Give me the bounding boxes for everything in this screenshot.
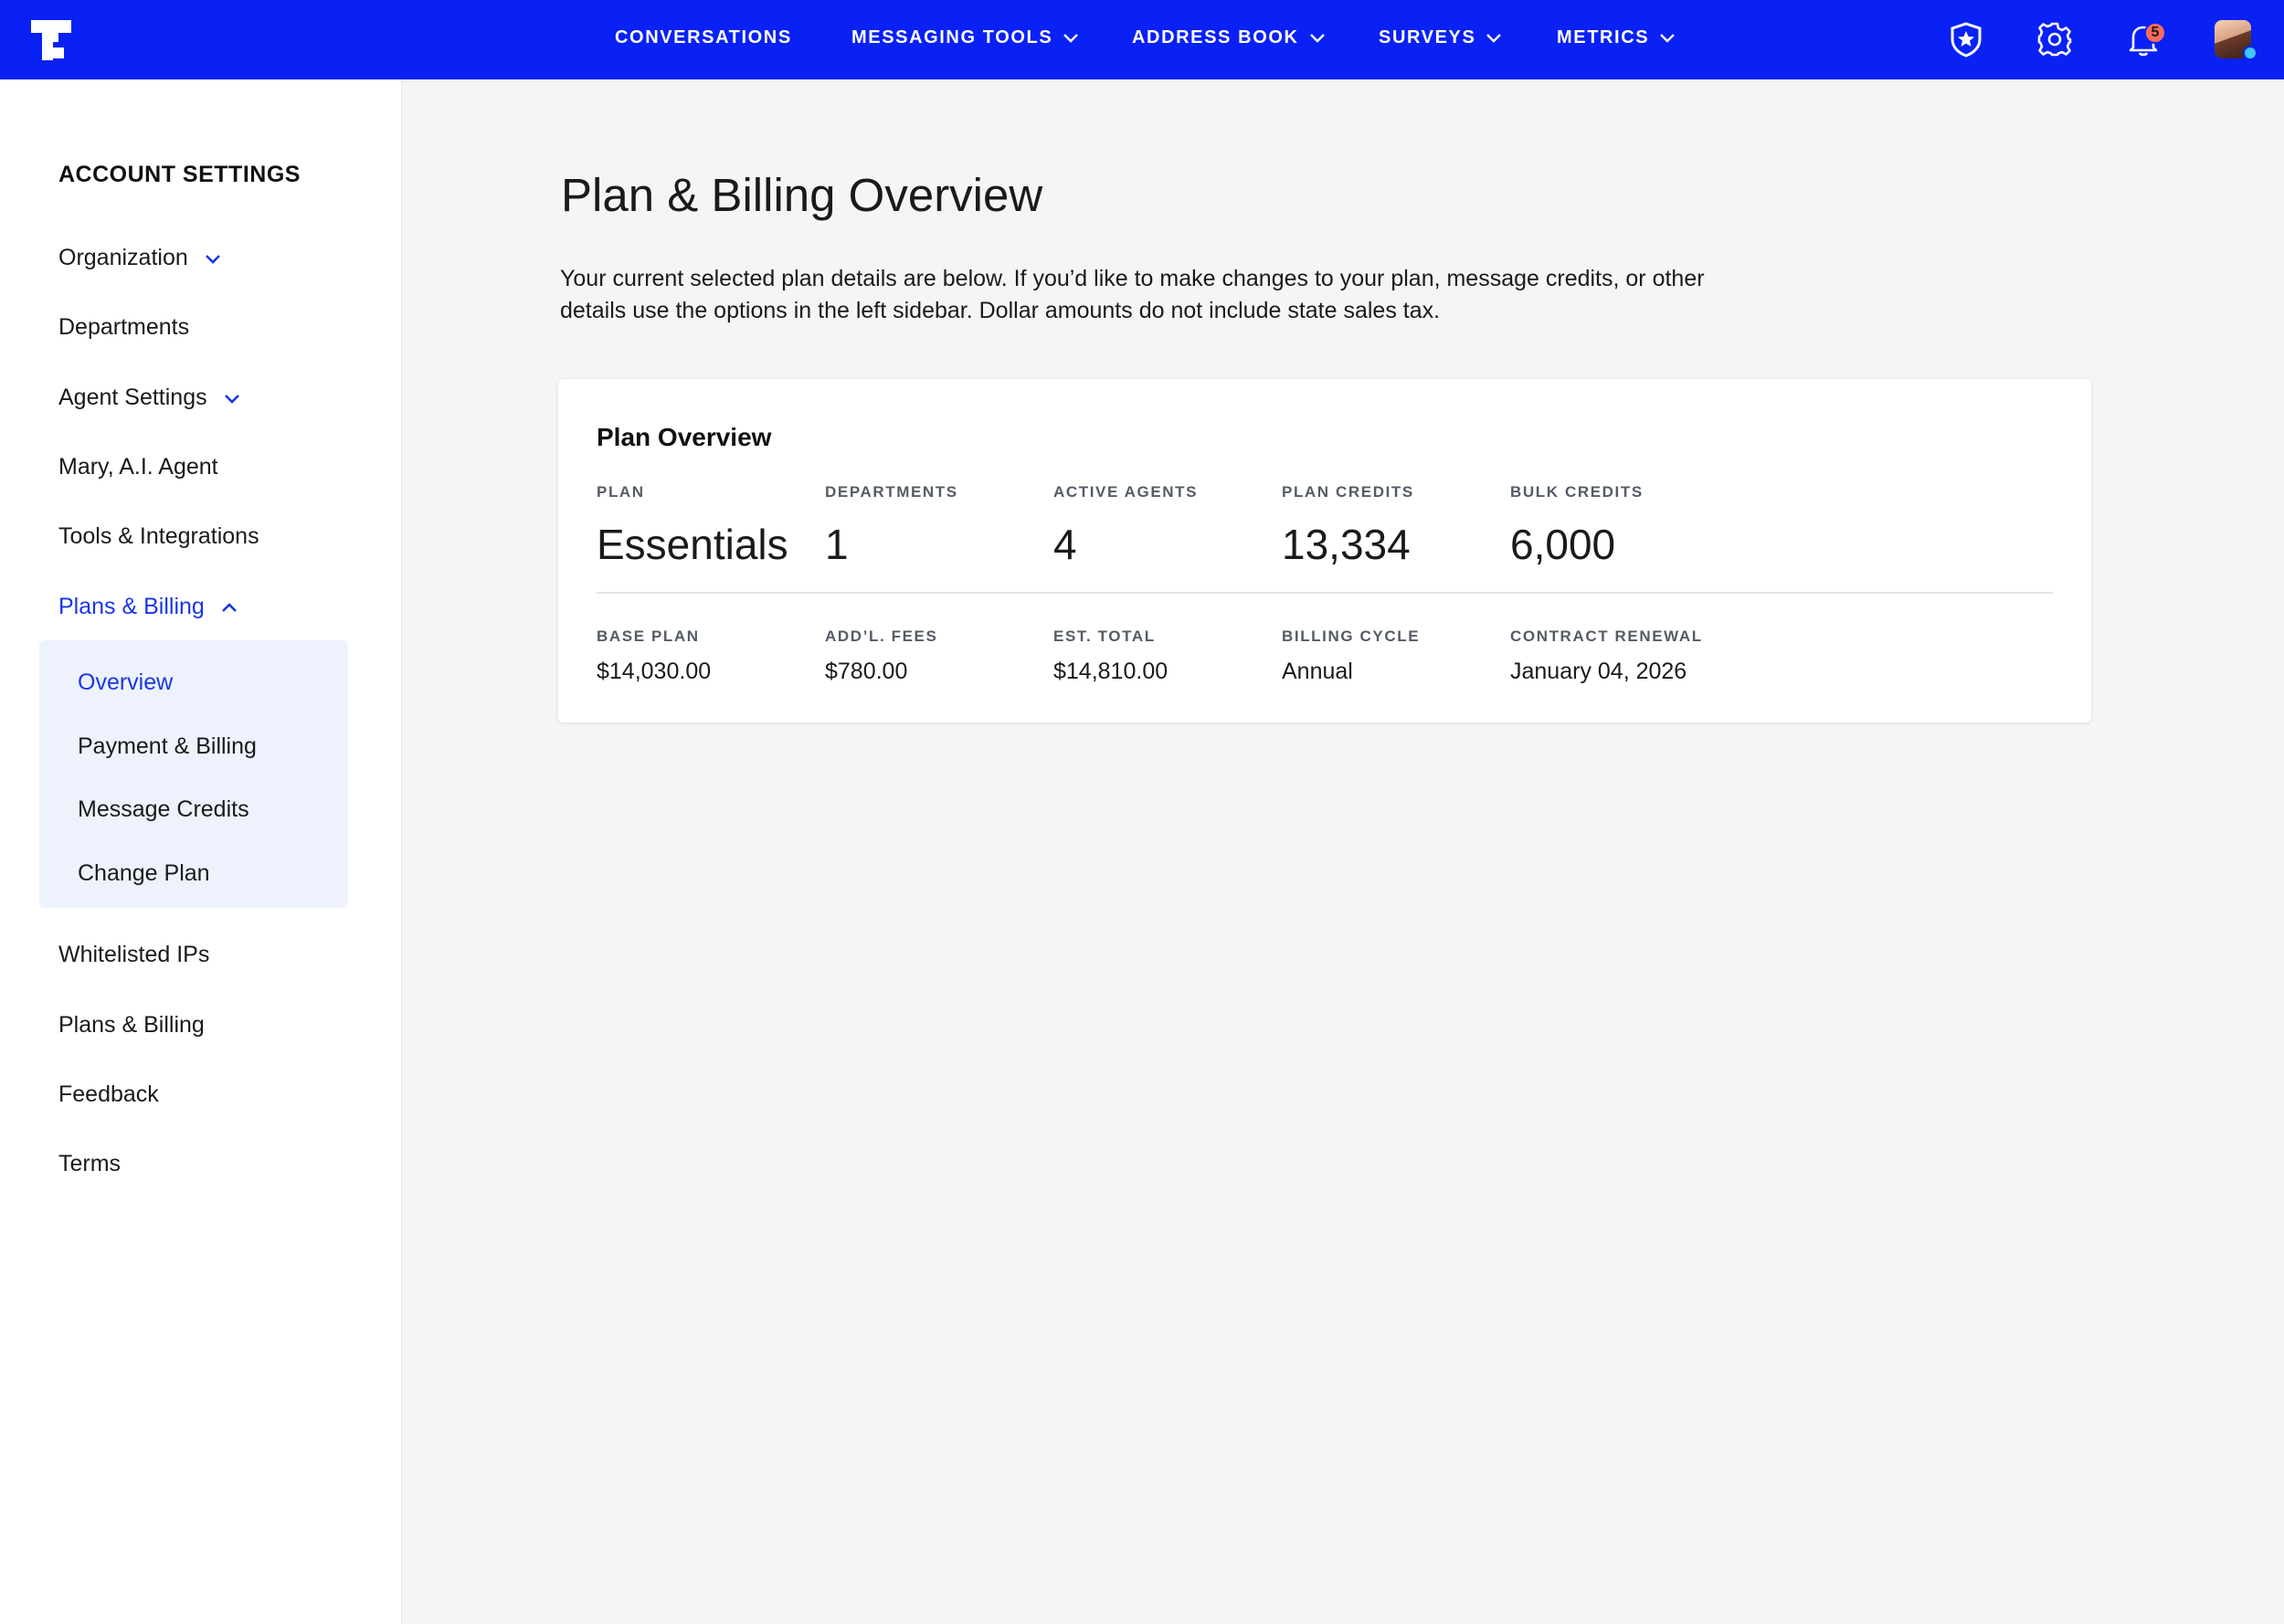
main-nav: CONVERSATIONS MESSAGING TOOLS ADDRESS BO… (0, 0, 2284, 79)
page-description: Your current selected plan details are b… (560, 266, 1705, 323)
stat-value: 1 (825, 521, 849, 568)
submenu-item-message-credits[interactable]: Message Credits (78, 796, 249, 823)
chevron-up-icon (221, 602, 237, 612)
sidebar-item-label: Plans & Billing (58, 594, 205, 619)
sidebar-item-terms[interactable]: Terms (58, 1151, 121, 1177)
stat-base-plan: BASE PLAN $14,030.00 (597, 627, 711, 685)
sidebar-item-label: Organization (58, 245, 188, 270)
sidebar-item-label: Agent Settings (58, 385, 207, 410)
sidebar-item-label: Whitelisted IPs (58, 942, 210, 967)
chevron-down-icon (205, 254, 220, 264)
nav-messaging-tools[interactable]: MESSAGING TOOLS (851, 27, 1080, 48)
nav-metrics[interactable]: METRICS (1557, 27, 1676, 48)
stat-label: PLAN CREDITS (1282, 483, 1414, 501)
sidebar-item-label: Feedback (58, 1081, 159, 1107)
sidebar-item-label: Mary, A.I. Agent (58, 454, 218, 480)
nav-surveys[interactable]: SURVEYS (1379, 27, 1503, 48)
stat-value: Essentials (597, 521, 788, 568)
stat-value: 4 (1053, 521, 1077, 568)
stat-label: PLAN (597, 483, 645, 501)
stat-plan: PLAN Essentials (597, 483, 788, 569)
stat-value: January 04, 2026 (1510, 659, 1687, 684)
account-settings-sidebar: ACCOUNT SETTINGS Organization Department… (0, 79, 402, 1624)
sidebar-item-label: Tools & Integrations (58, 523, 259, 549)
sidebar-item-whitelisted-ips[interactable]: Whitelisted IPs (58, 942, 209, 968)
stat-label: BULK CREDITS (1510, 483, 1644, 501)
stat-billing-cycle: BILLING CYCLE Annual (1282, 627, 1420, 685)
shield-star-icon (1951, 22, 1982, 58)
stat-label: ADD’L. FEES (825, 627, 938, 645)
stat-value: $14,030.00 (597, 659, 712, 684)
chevron-down-icon (1063, 33, 1079, 43)
chevron-down-icon (1486, 33, 1502, 43)
chevron-down-icon (1309, 33, 1325, 43)
sidebar-item-departments[interactable]: Departments (58, 314, 189, 341)
nav-label: CONVERSATIONS (615, 27, 792, 47)
stat-label: ACTIVE AGENTS (1053, 483, 1199, 501)
stat-additional-fees: ADD’L. FEES $780.00 (825, 627, 937, 685)
stat-active-agents: ACTIVE AGENTS 4 (1053, 483, 1198, 569)
card-title: Plan Overview (597, 423, 772, 451)
sidebar-heading: ACCOUNT SETTINGS (58, 162, 301, 187)
notification-badge: 5 (2144, 22, 2166, 44)
sidebar-item-plans-billing-2[interactable]: Plans & Billing (58, 1012, 205, 1039)
online-status-dot (2243, 46, 2258, 60)
stat-label: BASE PLAN (597, 627, 700, 645)
submenu-item-payment-billing[interactable]: Payment & Billing (78, 733, 257, 760)
shield-star-button[interactable] (1945, 18, 1987, 60)
settings-button[interactable] (2034, 18, 2076, 60)
stat-label: CONTRACT RENEWAL (1510, 627, 1703, 645)
sidebar-item-ai-agent[interactable]: Mary, A.I. Agent (58, 454, 218, 480)
stat-label: BILLING CYCLE (1282, 627, 1421, 645)
sidebar-item-agent-settings[interactable]: Agent Settings (58, 385, 242, 411)
stat-departments: DEPARTMENTS 1 (825, 483, 958, 569)
stat-value: $14,810.00 (1053, 659, 1168, 684)
plan-overview-card: Plan Overview PLAN Essentials DEPARTMENT… (558, 379, 2091, 722)
gear-icon (2037, 22, 2072, 57)
stat-label: EST. TOTAL (1053, 627, 1156, 645)
plans-billing-submenu: Overview Payment & Billing Message Credi… (39, 640, 348, 908)
sidebar-item-label: Departments (58, 314, 190, 340)
nav-label: MESSAGING TOOLS (851, 27, 1053, 47)
sidebar-item-plans-billing[interactable]: Plans & Billing (58, 594, 239, 620)
submenu-item-change-plan[interactable]: Change Plan (78, 860, 210, 887)
nav-address-book[interactable]: ADDRESS BOOK (1132, 27, 1327, 48)
sidebar-item-organization[interactable]: Organization (58, 245, 223, 271)
sidebar-item-tools-integrations[interactable]: Tools & Integrations (58, 523, 259, 550)
nav-label: METRICS (1557, 27, 1650, 47)
chevron-down-icon (224, 394, 239, 404)
stat-label: DEPARTMENTS (825, 483, 958, 501)
stat-value: $780.00 (825, 659, 908, 684)
sidebar-item-label: Terms (58, 1151, 122, 1176)
stat-contract-renewal: CONTRACT RENEWAL January 04, 2026 (1510, 627, 1703, 685)
stat-value: Annual (1282, 659, 1353, 684)
notifications-button[interactable]: 5 (2122, 18, 2166, 60)
top-navigation-bar: CONVERSATIONS MESSAGING TOOLS ADDRESS BO… (0, 0, 2284, 79)
card-divider (597, 592, 2053, 594)
sidebar-item-feedback[interactable]: Feedback (58, 1081, 159, 1108)
chevron-down-icon (1660, 33, 1676, 43)
stat-est-total: EST. TOTAL $14,810.00 (1053, 627, 1168, 685)
page-title: Plan & Billing Overview (561, 169, 1043, 221)
stat-bulk-credits: BULK CREDITS 6,000 (1510, 483, 1644, 569)
submenu-item-overview[interactable]: Overview (78, 670, 173, 696)
nav-label: ADDRESS BOOK (1132, 27, 1299, 47)
stat-value: 6,000 (1510, 521, 1616, 568)
nav-conversations[interactable]: CONVERSATIONS (615, 27, 792, 48)
nav-label: SURVEYS (1379, 27, 1476, 47)
stat-plan-credits: PLAN CREDITS 13,334 (1282, 483, 1414, 569)
stat-value: 13,334 (1282, 521, 1411, 568)
sidebar-item-label: Plans & Billing (58, 1012, 205, 1038)
